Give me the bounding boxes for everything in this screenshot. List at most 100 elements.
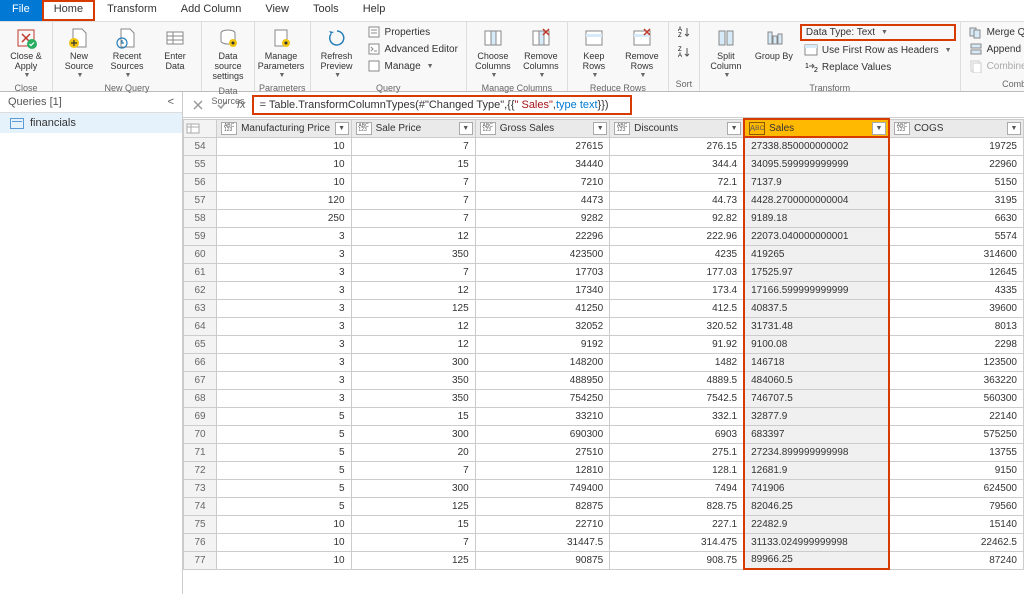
cell[interactable]: 350 xyxy=(351,371,475,389)
cell[interactable]: 624500 xyxy=(889,479,1024,497)
cell[interactable]: 17166.599999999999 xyxy=(744,281,889,299)
cell[interactable]: 575250 xyxy=(889,425,1024,443)
column-filter-button[interactable]: ▼ xyxy=(335,122,349,135)
column-header-manufacturing-price[interactable]: ABC123Manufacturing Price▼ xyxy=(217,119,351,137)
table-row[interactable]: 6833507542507542.5746707.5560300 xyxy=(184,389,1024,407)
cell[interactable]: 12645 xyxy=(889,263,1024,281)
row-number[interactable]: 77 xyxy=(184,551,217,569)
cell[interactable]: 3 xyxy=(217,299,351,317)
cell[interactable]: 33210 xyxy=(475,407,609,425)
table-row[interactable]: 7610731447.5314.47531133.024999999998224… xyxy=(184,533,1024,551)
row-number[interactable]: 74 xyxy=(184,497,217,515)
cell[interactable]: 39600 xyxy=(889,299,1024,317)
cell[interactable]: 22710 xyxy=(475,515,609,533)
cell[interactable]: 89966.25 xyxy=(744,551,889,569)
cell[interactable]: 314.475 xyxy=(610,533,744,551)
cell[interactable]: 5 xyxy=(217,425,351,443)
cell[interactable]: 27338.850000000002 xyxy=(744,137,889,155)
cell[interactable]: 7542.5 xyxy=(610,389,744,407)
merge-queries-button[interactable]: Merge Queries▼ xyxy=(965,24,1024,40)
cell[interactable]: 22462.5 xyxy=(889,533,1024,551)
append-queries-button[interactable]: Append Queries▼ xyxy=(965,41,1024,57)
column-filter-button[interactable]: ▼ xyxy=(727,122,741,135)
menu-view[interactable]: View xyxy=(253,0,301,21)
replace-values-button[interactable]: 12Replace Values xyxy=(800,59,956,75)
cell[interactable]: 3 xyxy=(217,317,351,335)
cell[interactable]: 222.96 xyxy=(610,227,744,245)
menu-home[interactable]: Home xyxy=(42,0,95,21)
cell[interactable]: 488950 xyxy=(475,371,609,389)
enter-data-button[interactable]: Enter Data xyxy=(153,24,197,74)
new-source-button[interactable]: New Source▼ xyxy=(57,24,101,81)
column-header-sale-price[interactable]: ABC123Sale Price▼ xyxy=(351,119,475,137)
cell[interactable]: 4235 xyxy=(610,245,744,263)
cell[interactable]: 227.1 xyxy=(610,515,744,533)
cell[interactable]: 87240 xyxy=(889,551,1024,569)
row-number[interactable]: 58 xyxy=(184,209,217,227)
cell[interactable]: 412.5 xyxy=(610,299,744,317)
split-column-button[interactable]: Split Column▼ xyxy=(704,24,748,81)
cell[interactable]: 44.73 xyxy=(610,191,744,209)
cell[interactable]: 908.75 xyxy=(610,551,744,569)
cell[interactable]: 34095.599999999999 xyxy=(744,155,889,173)
cell[interactable]: 7 xyxy=(351,533,475,551)
cell[interactable]: 4428.2700000000004 xyxy=(744,191,889,209)
row-number[interactable]: 54 xyxy=(184,137,217,155)
column-header-discounts[interactable]: ABC123Discounts▼ xyxy=(610,119,744,137)
cell[interactable]: 3 xyxy=(217,353,351,371)
cell[interactable]: 3 xyxy=(217,245,351,263)
cell[interactable]: 8013 xyxy=(889,317,1024,335)
cell[interactable]: 7 xyxy=(351,173,475,191)
column-header-gross-sales[interactable]: ABC123Gross Sales▼ xyxy=(475,119,609,137)
cancel-formula-button[interactable] xyxy=(189,96,207,114)
group-by-button[interactable]: Group By xyxy=(752,24,796,64)
cell[interactable]: 4889.5 xyxy=(610,371,744,389)
advanced-editor-button[interactable]: Advanced Editor xyxy=(363,41,462,57)
cell[interactable]: 90875 xyxy=(475,551,609,569)
cell[interactable]: 31447.5 xyxy=(475,533,609,551)
cell[interactable]: 300 xyxy=(351,479,475,497)
cell[interactable]: 10 xyxy=(217,533,351,551)
cell[interactable]: 7 xyxy=(351,461,475,479)
query-item-financials[interactable]: financials xyxy=(0,113,182,133)
cell[interactable]: 34440 xyxy=(475,155,609,173)
row-number[interactable]: 62 xyxy=(184,281,217,299)
cell[interactable]: 3 xyxy=(217,335,351,353)
cell[interactable]: 22073.040000000001 xyxy=(744,227,889,245)
column-filter-button[interactable]: ▼ xyxy=(459,122,473,135)
cell[interactable]: 31731.48 xyxy=(744,317,889,335)
cell[interactable]: 128.1 xyxy=(610,461,744,479)
cell[interactable]: 15 xyxy=(351,407,475,425)
cell[interactable]: 22296 xyxy=(475,227,609,245)
remove-columns-button[interactable]: Remove Columns▼ xyxy=(519,24,563,81)
cell[interactable]: 344.4 xyxy=(610,155,744,173)
table-row[interactable]: 5410727615276.1527338.85000000000219725 xyxy=(184,137,1024,155)
table-row[interactable]: 56107721072.17137.95150 xyxy=(184,173,1024,191)
cell[interactable]: 560300 xyxy=(889,389,1024,407)
cell[interactable]: 7137.9 xyxy=(744,173,889,191)
cell[interactable]: 27615 xyxy=(475,137,609,155)
cell[interactable]: 146718 xyxy=(744,353,889,371)
cell[interactable]: 3 xyxy=(217,227,351,245)
column-filter-button[interactable]: ▼ xyxy=(872,122,886,135)
recent-sources-button[interactable]: Recent Sources▼ xyxy=(105,24,149,81)
sort-desc-button[interactable]: ZA xyxy=(673,44,695,60)
cell[interactable]: 5 xyxy=(217,461,351,479)
column-filter-button[interactable]: ▼ xyxy=(1007,122,1021,135)
cell[interactable]: 332.1 xyxy=(610,407,744,425)
cell[interactable]: 91.92 xyxy=(610,335,744,353)
keep-rows-button[interactable]: Keep Rows▼ xyxy=(572,24,616,81)
table-row[interactable]: 7053006903006903683397575250 xyxy=(184,425,1024,443)
row-number[interactable]: 76 xyxy=(184,533,217,551)
cell[interactable]: 177.03 xyxy=(610,263,744,281)
table-row[interactable]: 6431232052320.5231731.488013 xyxy=(184,317,1024,335)
table-row[interactable]: 63312541250412.540837.539600 xyxy=(184,299,1024,317)
cell[interactable]: 5 xyxy=(217,443,351,461)
row-number[interactable]: 75 xyxy=(184,515,217,533)
cell[interactable]: 10 xyxy=(217,137,351,155)
cell[interactable]: 3 xyxy=(217,389,351,407)
cell[interactable]: 125 xyxy=(351,299,475,317)
cell[interactable]: 173.4 xyxy=(610,281,744,299)
data-source-settings-button[interactable]: Data source settings xyxy=(206,24,250,84)
table-row[interactable]: 74512582875828.7582046.2579560 xyxy=(184,497,1024,515)
